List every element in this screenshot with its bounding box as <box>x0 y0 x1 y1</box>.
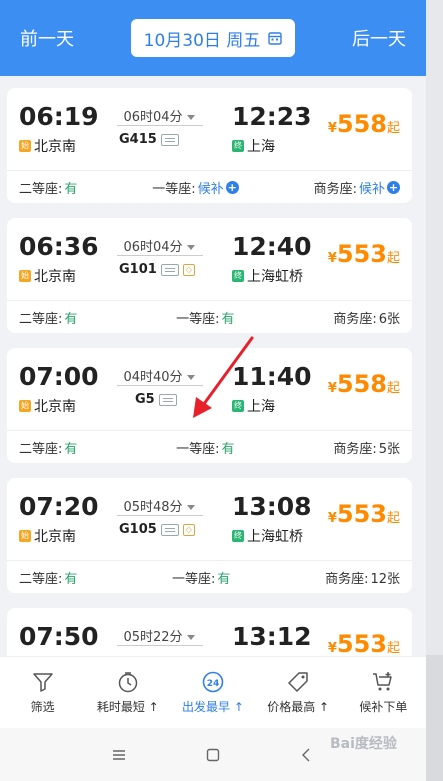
arrival-station: 终上海 <box>232 399 275 415</box>
departure-time: 06:36 <box>19 232 99 261</box>
duration-dropdown[interactable]: 05时22分 <box>119 626 199 645</box>
prev-day-button[interactable]: 前一天 <box>20 25 74 51</box>
end-badge: 终 <box>232 400 244 412</box>
start-badge: 始 <box>19 400 31 412</box>
train-number: G105 ◇ <box>119 522 195 537</box>
next-day-button[interactable]: 后一天 <box>352 25 406 51</box>
duration-dropdown[interactable]: 04时40分 <box>119 366 199 385</box>
sort-shortest-duration[interactable]: 耗时最短 ↑ <box>88 670 168 715</box>
seat-first-class: 一等座: 有 <box>176 441 235 457</box>
train-card-partial[interactable]: 07:50 05时22分 13:12 ¥553 起 <box>7 608 412 656</box>
svg-text:24: 24 <box>207 679 220 689</box>
departure-station: 始北京南 <box>19 399 76 415</box>
plus-icon[interactable]: + <box>225 180 239 194</box>
arrival-time: 13:12 <box>232 622 312 651</box>
calendar-icon <box>268 32 283 45</box>
train-number: G5 <box>135 392 177 407</box>
date-header: 前一天 10月30日 周五 后一天 <box>0 0 426 76</box>
date-selector[interactable]: 10月30日 周五 <box>131 19 295 57</box>
waitlist-order-button[interactable]: 候补下单 <box>343 670 423 715</box>
departure-time: 07:00 <box>19 362 99 391</box>
chevron-down-icon <box>186 245 195 250</box>
seat-second-class: 二等座: 有 <box>19 181 78 197</box>
price: ¥558 起 <box>327 110 400 138</box>
chevron-down-icon <box>186 375 195 380</box>
price: ¥553 起 <box>327 240 400 268</box>
selected-date: 10月30日 周五 <box>143 30 261 51</box>
seat-second-class: 二等座: 有 <box>19 441 78 457</box>
id-card-icon <box>158 393 177 406</box>
end-badge: 终 <box>232 530 244 542</box>
train-number: G415 <box>119 132 179 147</box>
watermark-logo: Bai度经验 <box>330 736 397 752</box>
duration-dropdown[interactable]: 05时48分 <box>119 496 199 515</box>
plus-icon[interactable]: + <box>387 180 400 194</box>
filter-button[interactable]: 筛选 <box>3 670 83 715</box>
filter-icon <box>32 673 53 692</box>
arrival-station: 终上海 <box>232 139 275 155</box>
departure-time: 07:50 <box>19 622 99 651</box>
departure-time: 06:19 <box>19 102 99 131</box>
train-card-g101[interactable]: 06:36 06时04分 G101 ◇ 12:40 始北京南 终上海虹桥 ¥553… <box>7 218 412 333</box>
price: ¥558 起 <box>327 370 400 398</box>
seat-availability: 二等座: 有 一等座: 有 商务座: 5张 <box>19 438 400 457</box>
seat-business-class: 商务座: 12张 <box>325 571 400 587</box>
arrival-station: 终上海虹桥 <box>232 269 303 285</box>
arrival-time: 12:40 <box>232 232 312 261</box>
cart-plus-icon <box>373 672 393 691</box>
id-card-icon <box>160 263 179 276</box>
seat-first-class: 一等座: 有 <box>176 311 235 327</box>
start-badge: 始 <box>19 270 31 282</box>
start-badge: 始 <box>19 140 31 152</box>
home-icon[interactable] <box>205 747 221 763</box>
seat-second-class: 二等座: 有 <box>19 571 78 587</box>
train-list[interactable]: 06:19 06时04分 G415 12:23 始北京南 终上海 ¥558 起 二… <box>0 76 426 656</box>
seat-first-class[interactable]: 一等座: 候补 + <box>152 178 239 197</box>
meal-icon: ◇ <box>182 523 195 536</box>
departure-station: 始北京南 <box>19 529 76 545</box>
chevron-down-icon <box>186 115 195 120</box>
departure-time: 07:20 <box>19 492 99 521</box>
end-badge: 终 <box>232 270 244 282</box>
chevron-down-icon <box>186 635 195 640</box>
seat-business-class: 商务座: 5张 <box>333 441 400 457</box>
seat-business-class: 商务座: 6张 <box>333 311 400 327</box>
clock-icon <box>118 672 138 693</box>
train-card-g5[interactable]: 07:00 04时40分 G5 11:40 始北京南 终上海 ¥558 起 二等座… <box>7 348 412 463</box>
id-card-icon <box>160 523 179 536</box>
scrollbar-gutter <box>426 0 443 781</box>
seat-availability: 二等座: 有 一等座: 有 商务座: 6张 <box>19 308 400 327</box>
start-badge: 始 <box>19 530 31 542</box>
sort-highest-price[interactable]: 价格最高 ↑ <box>258 670 338 715</box>
menu-icon[interactable] <box>111 747 127 763</box>
id-card-icon <box>160 133 179 146</box>
end-badge: 终 <box>232 140 244 152</box>
24-icon: 24 <box>202 671 224 693</box>
sort-earliest-departure[interactable]: 24 出发最早 ↑ <box>173 670 253 715</box>
seat-first-class: 一等座: 有 <box>172 571 231 587</box>
train-card-g105[interactable]: 07:20 05时48分 G105 ◇ 13:08 始北京南 终上海虹桥 ¥553… <box>7 478 412 593</box>
meal-icon: ◇ <box>182 263 195 276</box>
train-number: G101 ◇ <box>119 262 195 277</box>
arrival-station: 终上海虹桥 <box>232 529 303 545</box>
arrival-time: 12:23 <box>232 102 312 131</box>
back-icon[interactable] <box>299 747 315 763</box>
train-card-g415[interactable]: 06:19 06时04分 G415 12:23 始北京南 终上海 ¥558 起 二… <box>7 88 412 203</box>
price: ¥553 起 <box>327 630 400 656</box>
chevron-down-icon <box>186 505 195 510</box>
arrival-time: 11:40 <box>232 362 312 391</box>
duration-dropdown[interactable]: 06时04分 <box>119 236 199 255</box>
price-tag-icon <box>288 672 308 692</box>
seat-second-class: 二等座: 有 <box>19 311 78 327</box>
seat-business-class[interactable]: 商务座: 候补 + <box>314 178 400 197</box>
price: ¥553 起 <box>327 500 400 528</box>
duration-dropdown[interactable]: 06时04分 <box>119 106 199 125</box>
seat-availability: 二等座: 有 一等座: 有 商务座: 12张 <box>19 568 400 587</box>
seat-availability: 二等座: 有 一等座: 候补 + 商务座: 候补 + <box>19 178 400 197</box>
filter-bar: 筛选 耗时最短 ↑ 24 出发最早 ↑ 价格最高 ↑ 候补下单 <box>0 656 426 728</box>
departure-station: 始北京南 <box>19 269 76 285</box>
departure-station: 始北京南 <box>19 139 76 155</box>
arrival-time: 13:08 <box>232 492 312 521</box>
